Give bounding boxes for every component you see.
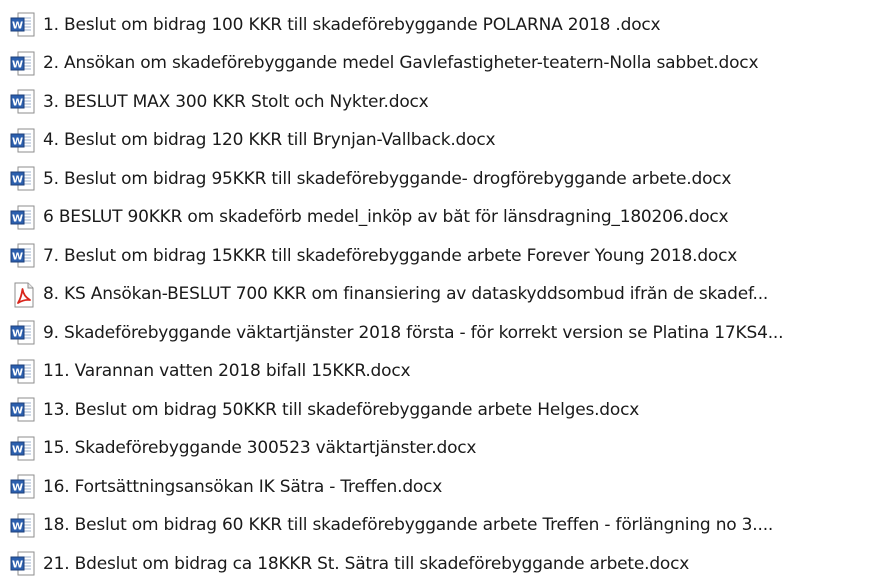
file-name[interactable]: 7. Beslut om bidrag 15KKR till skadeföre…: [43, 248, 737, 265]
file-name[interactable]: 9. Skadeförebyggande väktartjänster 2018…: [43, 325, 783, 342]
file-item[interactable]: W 4. Beslut om bidrag 120 KKR till Brynj…: [0, 122, 893, 161]
svg-text:W: W: [12, 21, 23, 32]
file-name[interactable]: 5. Beslut om bidrag 95KKR till skadeföre…: [43, 171, 731, 188]
word-document-icon: W: [10, 320, 35, 345]
word-document-icon: W: [10, 243, 35, 268]
word-document-icon: W: [10, 51, 35, 76]
svg-text:W: W: [12, 521, 23, 532]
file-name[interactable]: 8. KS Ansökan-BESLUT 700 KKR om finansie…: [43, 286, 768, 303]
word-document-icon: W: [10, 12, 35, 37]
file-item[interactable]: W 1. Beslut om bidrag 100 KKR till skade…: [0, 6, 893, 45]
word-document-icon: W: [10, 359, 35, 384]
file-name[interactable]: 3. BESLUT MAX 300 KKR Stolt och Nykter.d…: [43, 94, 429, 111]
file-item[interactable]: W 15. Skadeförebyggande 300523 väktartjä…: [0, 430, 893, 469]
file-item[interactable]: W 6 BESLUT 90KKR om skadeförb medel_inkö…: [0, 199, 893, 238]
file-list: W 1. Beslut om bidrag 100 KKR till skade…: [0, 0, 893, 576]
file-item[interactable]: W 2. Ansökan om skadeförebyggande medel …: [0, 45, 893, 84]
file-item[interactable]: W 5. Beslut om bidrag 95KKR till skadefö…: [0, 160, 893, 199]
word-document-icon: W: [10, 551, 35, 576]
word-document-icon: W: [10, 513, 35, 538]
file-item[interactable]: W 3. BESLUT MAX 300 KKR Stolt och Nykter…: [0, 83, 893, 122]
svg-text:W: W: [12, 98, 23, 109]
file-item[interactable]: W 9. Skadeförebyggande väktartjänster 20…: [0, 314, 893, 353]
file-name[interactable]: 6 BESLUT 90KKR om skadeförb medel_inköp …: [43, 209, 728, 226]
word-document-icon: W: [10, 205, 35, 230]
file-name[interactable]: 15. Skadeförebyggande 300523 väktartjäns…: [43, 440, 476, 457]
svg-text:W: W: [12, 367, 23, 378]
svg-text:W: W: [12, 252, 23, 263]
svg-text:W: W: [12, 175, 23, 186]
word-document-icon: W: [10, 397, 35, 422]
word-document-icon: W: [10, 128, 35, 153]
svg-text:W: W: [12, 59, 23, 70]
file-name[interactable]: 21. Bdeslut om bidrag ca 18KKR St. Sätra…: [43, 556, 689, 573]
word-document-icon: W: [10, 89, 35, 114]
file-name[interactable]: 4. Beslut om bidrag 120 KKR till Brynjan…: [43, 132, 495, 149]
file-name[interactable]: 16. Fortsättningsansökan IK Sätra - Tref…: [43, 479, 442, 496]
file-item[interactable]: W 13. Beslut om bidrag 50KKR till skadef…: [0, 391, 893, 430]
file-name[interactable]: 13. Beslut om bidrag 50KKR till skadeför…: [43, 402, 639, 419]
svg-text:W: W: [12, 483, 23, 494]
file-name[interactable]: 11. Varannan vatten 2018 bifall 15KKR.do…: [43, 363, 410, 380]
word-document-icon: W: [10, 474, 35, 499]
pdf-document-icon: [14, 282, 34, 308]
file-item[interactable]: W 18. Beslut om bidrag 60 KKR till skade…: [0, 507, 893, 546]
word-document-icon: W: [10, 166, 35, 191]
file-item[interactable]: W 16. Fortsättningsansökan IK Sätra - Tr…: [0, 468, 893, 507]
svg-text:W: W: [12, 213, 23, 224]
file-item[interactable]: W 21. Bdeslut om bidrag ca 18KKR St. Sät…: [0, 545, 893, 584]
file-name[interactable]: 18. Beslut om bidrag 60 KKR till skadefö…: [43, 517, 773, 534]
file-item[interactable]: W 7. Beslut om bidrag 15KKR till skadefö…: [0, 237, 893, 276]
svg-text:W: W: [12, 560, 23, 571]
svg-text:W: W: [12, 329, 23, 340]
file-name[interactable]: 2. Ansökan om skadeförebyggande medel Ga…: [43, 55, 758, 72]
svg-text:W: W: [12, 406, 23, 417]
file-item[interactable]: W 11. Varannan vatten 2018 bifall 15KKR.…: [0, 353, 893, 392]
file-item[interactable]: 8. KS Ansökan-BESLUT 700 KKR om finansie…: [0, 276, 893, 315]
svg-text:W: W: [12, 444, 23, 455]
svg-text:W: W: [12, 136, 23, 147]
file-name[interactable]: 1. Beslut om bidrag 100 KKR till skadefö…: [43, 17, 660, 34]
word-document-icon: W: [10, 436, 35, 461]
